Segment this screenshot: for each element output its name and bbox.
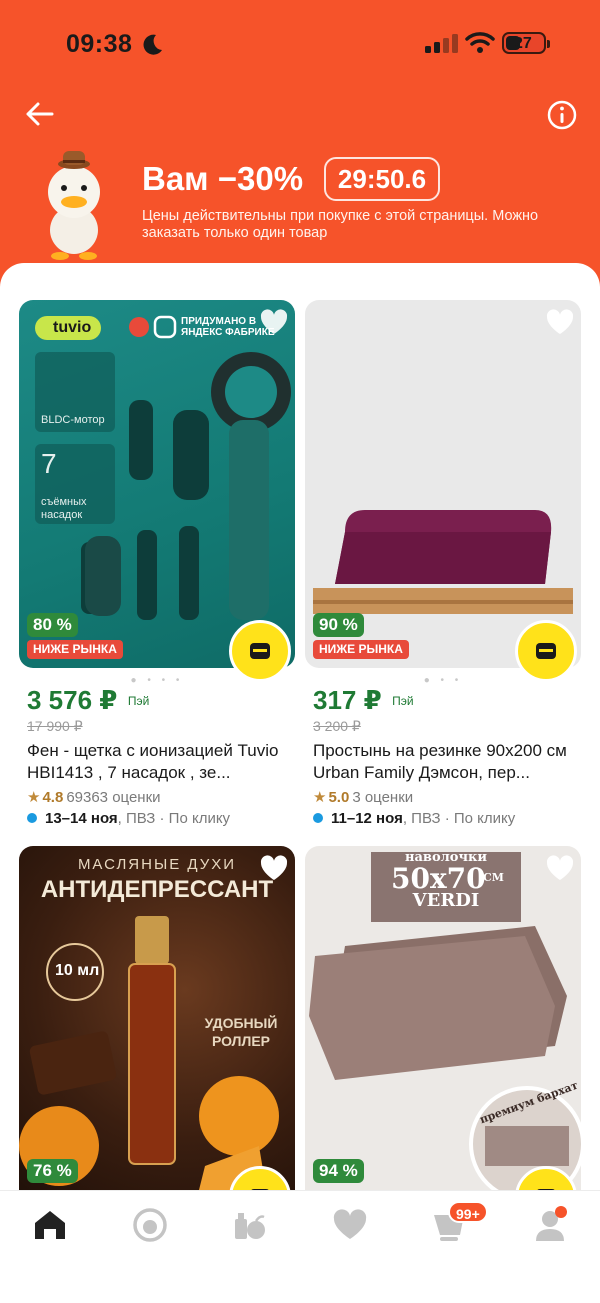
image-roller: УДОБНЫЙ РОЛЛЕР: [204, 1015, 278, 1049]
product-title[interactable]: Простынь на резинке 90х200 см Urban Fami…: [313, 740, 581, 784]
yandex-pay-label: Пэй: [127, 694, 150, 708]
image-feature: BLDC-мотор: [41, 414, 105, 426]
discount-badge: 94 %: [313, 1159, 364, 1183]
alice-assistant-icon[interactable]: [130, 1205, 170, 1245]
signal-icon: [425, 34, 458, 53]
moon-icon: [143, 34, 162, 55]
add-to-cart-button[interactable]: [515, 620, 577, 682]
product-image[interactable]: наволочки 50х70 СМ VERDI премиум бархат: [305, 846, 581, 1203]
image-brand: VERDI: [412, 890, 480, 911]
wifi-icon: [465, 32, 495, 53]
profile-notification-dot: [555, 1206, 567, 1218]
delivery-date: 13–14 ноя: [45, 810, 118, 827]
rating: ★ 5.0 3 оценки: [313, 789, 414, 806]
delivery-method: , ПВЗ · По клику: [402, 810, 516, 827]
image-count-label: съёмных насадок: [41, 496, 87, 521]
favorite-heart-icon[interactable]: [545, 854, 575, 882]
image-brand: tuvio: [53, 319, 92, 336]
reviews-count: 69363 оценки: [66, 789, 161, 806]
discount-badge: 80 %: [27, 613, 78, 637]
product-card[interactable]: tuvio ПРИДУМАНО В ЯНДЕКС ФАБРИКЕ BLDC-мо…: [19, 300, 297, 840]
favorite-heart-icon[interactable]: [545, 308, 575, 336]
price: 317 ₽: [313, 685, 382, 715]
image-count: 7: [41, 448, 57, 479]
delivery-date: 11–12 ноя: [331, 810, 403, 827]
image-line1: МАСЛЯНЫЕ ДУХИ: [77, 856, 237, 873]
header: 09:38 27 Вам −30% 29:50.6 Цены действите…: [0, 0, 600, 290]
delivery-method: , ПВЗ · По клику: [117, 810, 231, 827]
product-grid: tuvio ПРИДУМАНО В ЯНДЕКС ФАБРИКЕ BLDC-мо…: [0, 263, 600, 1203]
delivery-info: 11–12 ноя, ПВЗ · По клику: [313, 810, 515, 827]
rating: ★ 4.8 69363 оценки: [27, 789, 161, 806]
below-market-badge: НИЖЕ РЫНКА: [27, 640, 123, 659]
home-icon[interactable]: [30, 1205, 70, 1245]
image-line2: АНТИДЕПРЕССАНТ: [40, 876, 274, 903]
product-card[interactable]: наволочки 50х70 СМ VERDI премиум бархат …: [305, 846, 583, 1203]
duck-mascot: [48, 151, 100, 260]
reviews-count: 3 оценки: [352, 789, 414, 806]
favorite-heart-icon[interactable]: [259, 308, 289, 336]
promo-note: Цены действительны при покупке с этой ст…: [142, 208, 539, 241]
battery-icon: 27: [502, 32, 550, 54]
old-price: 17 990 ₽: [27, 718, 83, 734]
star-icon: ★: [27, 789, 41, 806]
star-icon: ★: [313, 789, 327, 806]
product-card[interactable]: МАСЛЯНЫЕ ДУХИ АНТИДЕПРЕССАНТ 10 мл УДОБН…: [19, 846, 297, 1203]
price: 3 576 ₽: [27, 685, 118, 715]
favorites-heart-icon[interactable]: [330, 1205, 370, 1245]
info-icon[interactable]: [544, 97, 580, 133]
status-time: 09:38: [66, 30, 133, 58]
delivery-info: 13–14 ноя, ПВЗ · По клику: [27, 810, 230, 827]
discount-badge: 76 %: [27, 1159, 78, 1183]
add-to-cart-button[interactable]: [229, 620, 291, 682]
product-image[interactable]: МАСЛЯНЫЕ ДУХИ АНТИДЕПРЕССАНТ 10 мл УДОБН…: [19, 846, 295, 1203]
bottom-tab-bar: 99+: [0, 1190, 600, 1303]
image-volume: 10 мл: [55, 962, 100, 979]
cart-badge: 99+: [448, 1201, 488, 1223]
countdown-timer: 29:50.6: [324, 157, 440, 201]
discount-badge: 90 %: [313, 613, 364, 637]
yandex-pay-label: Пэй: [392, 694, 414, 708]
battery-level: 27: [514, 35, 532, 52]
product-card[interactable]: 90 % НИЖЕ РЫНКА ● • • 317 ₽ Пэй 3 200 ₽ …: [305, 300, 583, 840]
groceries-icon[interactable]: [230, 1205, 270, 1245]
below-market-badge: НИЖЕ РЫНКА: [313, 640, 409, 659]
promo-title: Вам −30%: [142, 160, 304, 197]
image-unit: СМ: [483, 871, 504, 884]
old-price: 3 200 ₽: [313, 718, 361, 734]
favorite-heart-icon[interactable]: [259, 854, 289, 882]
status-bar: 09:38 27: [0, 28, 600, 62]
back-arrow-icon[interactable]: [22, 96, 58, 132]
product-title[interactable]: Фен - щетка с ионизацией Tuvio HBI1413 ,…: [27, 740, 295, 784]
